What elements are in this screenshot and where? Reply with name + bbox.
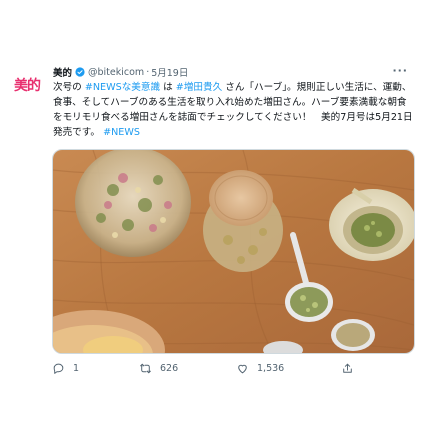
reply-button[interactable]: 1 — [52, 360, 79, 376]
retweet-count: 626 — [160, 362, 179, 374]
tweet-header: 美的 @bitekicom · 5月19日 ··· — [53, 64, 414, 80]
reply-count: 1 — [73, 362, 80, 374]
tweet-text-segment: 次号の — [53, 82, 85, 93]
second-spoon — [331, 319, 375, 351]
tweet-photo[interactable] — [52, 149, 415, 354]
hashtag-link[interactable]: #増田貴久 — [176, 82, 222, 93]
account-handle[interactable]: @bitekicom — [88, 67, 144, 78]
reply-icon — [53, 363, 64, 374]
retweet-icon — [140, 363, 151, 373]
account-name[interactable]: 美的 — [53, 65, 72, 79]
tea-cup — [329, 187, 414, 261]
herb-photo-image — [53, 150, 414, 353]
hashtag-link[interactable]: #NEWSな美意識 — [85, 82, 160, 93]
tweet: 美的 美的 @bitekicom · 5月19日 ··· 次号の #NEWSな美… — [0, 0, 424, 424]
like-icon — [238, 364, 247, 373]
tweet-text: 次号の #NEWSな美意識 は #増田貴久 さん「ハーブ」。規則正しい生活に、運… — [53, 80, 413, 140]
separator-dot: · — [146, 66, 150, 78]
tweet-text-segment: は — [160, 82, 176, 93]
like-count: 1,536 — [257, 362, 285, 374]
tweet-date[interactable]: 5月19日 — [151, 65, 188, 79]
tweet-actions: 1 626 1,536 — [52, 360, 372, 376]
avatar[interactable]: 美的 — [6, 64, 48, 106]
avatar-logo: 美的 — [14, 78, 41, 94]
hashtag-link[interactable]: #NEWS — [103, 127, 140, 138]
large-herb-jar — [75, 150, 191, 257]
share-icon — [343, 363, 352, 373]
retweet-button[interactable]: 626 — [139, 360, 178, 376]
share-button[interactable] — [341, 360, 362, 376]
more-icon[interactable]: ··· — [392, 64, 408, 77]
like-button[interactable]: 1,536 — [236, 360, 284, 376]
verified-badge-icon — [75, 67, 85, 77]
